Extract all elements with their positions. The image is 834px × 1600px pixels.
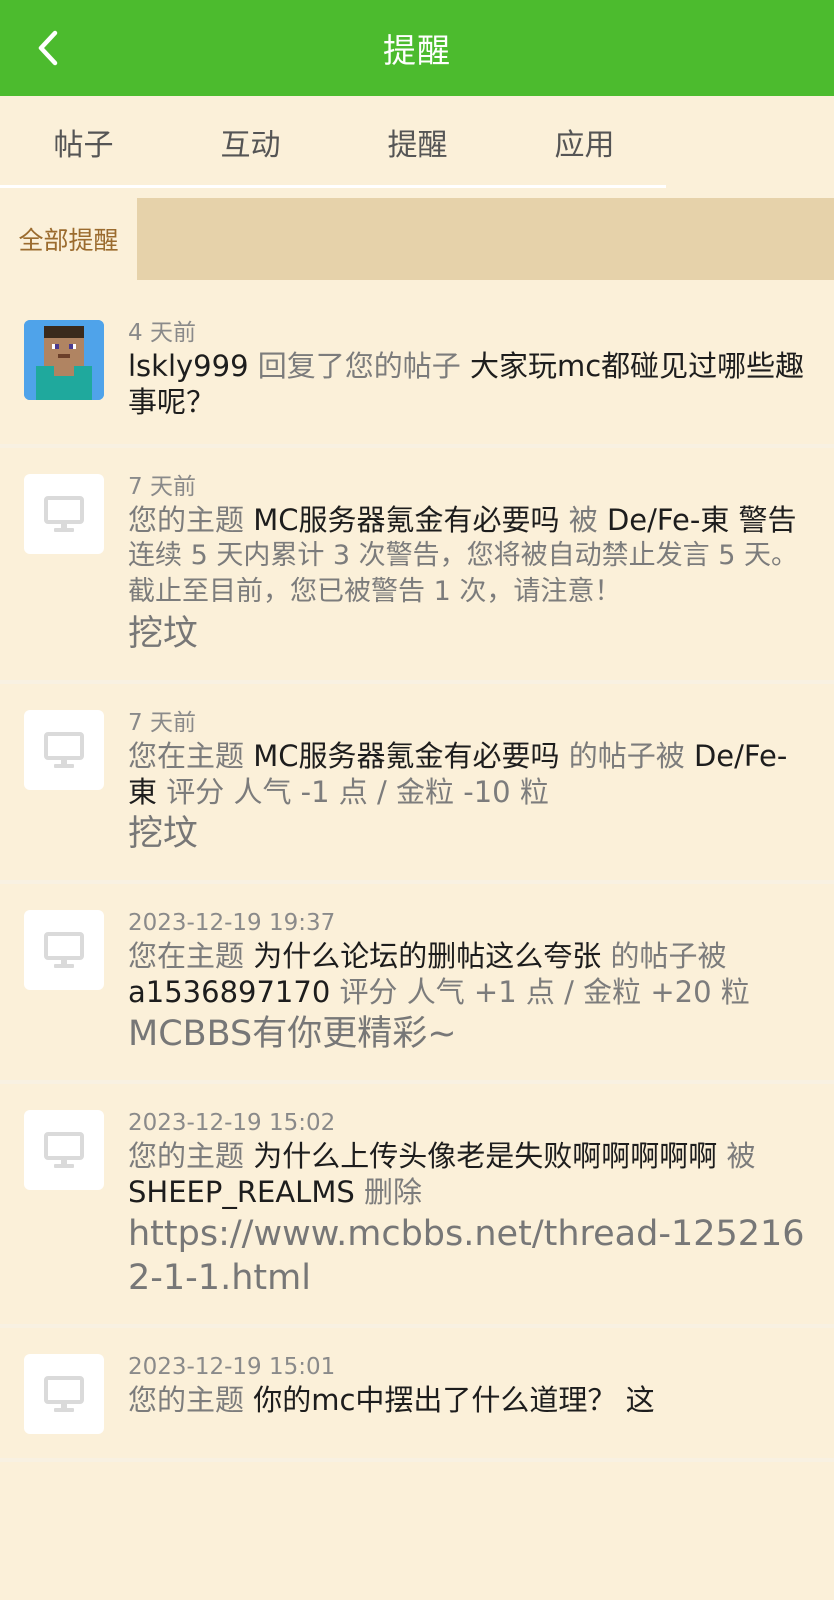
page-title: 提醒 <box>383 31 451 70</box>
notification-list: 4 天前 lskly999 回复了您的帖子 大家玩mc都碰见过哪些趣事呢？ 7 … <box>0 280 834 1462</box>
filter-all-reminders[interactable]: 全部提醒 <box>0 198 137 280</box>
list-item[interactable]: 2023-12-19 19:37 您在主题 为什么论坛的删帖这么夸张 的帖子被 … <box>0 884 834 1084</box>
notification-text: 您的主题 MC服务器氪金有必要吗 被 De/Fe-東 警告 <box>128 502 806 538</box>
thread-link[interactable]: 为什么论坛的删帖这么夸张 <box>253 939 601 973</box>
notification-text: lskly999 回复了您的帖子 大家玩mc都碰见过哪些趣事呢？ <box>128 348 806 420</box>
by-text: 被 <box>726 1139 756 1173</box>
user-link[interactable]: De/Fe-東 <box>607 503 729 537</box>
warning-note: 连续 5 天内累计 3 次警告，您将被自动禁止发言 5 天。 <box>128 540 799 571</box>
reason-text: MCBBS有你更精彩~ <box>128 1014 457 1054</box>
notification-text: 您的主题 你的mc中摆出了什么道理？ 这 <box>128 1382 806 1418</box>
monitor-icon <box>44 932 84 968</box>
tab-posts[interactable]: 帖子 <box>0 120 167 164</box>
notification-content: 7 天前 您在主题 MC服务器氪金有必要吗 的帖子被 De/Fe-東 评分 人气… <box>128 708 806 856</box>
rating-text: 评分 人气 +1 点 / 金粒 +20 粒 <box>339 975 750 1009</box>
avatar <box>24 710 104 790</box>
tab-apps[interactable]: 应用 <box>501 120 668 164</box>
tab-interaction[interactable]: 互动 <box>167 120 334 164</box>
avatar <box>24 910 104 990</box>
thread-link[interactable]: 为什么上传头像老是失败啊啊啊啊啊 <box>253 1139 717 1173</box>
user-avatar-icon <box>24 320 104 400</box>
monitor-icon <box>44 1376 84 1412</box>
notification-content: 7 天前 您的主题 MC服务器氪金有必要吗 被 De/Fe-東 警告 连续 5 … <box>128 472 806 656</box>
avatar <box>24 1110 104 1190</box>
warning-count-note: 截止至目前，您已被警告 1 次，请注意！ <box>128 576 622 607</box>
chevron-left-icon <box>38 30 58 66</box>
action-text: 回复了您的帖子 <box>257 349 461 383</box>
user-link[interactable]: lskly999 <box>128 349 249 383</box>
mid-text: 的帖子被 <box>610 939 727 973</box>
notification-time: 4 天前 <box>128 320 196 346</box>
thread-link[interactable]: MC服务器氪金有必要吗 <box>253 739 559 773</box>
notification-content: 2023-12-19 19:37 您在主题 为什么论坛的删帖这么夸张 的帖子被 … <box>128 908 806 1056</box>
monitor-icon <box>44 732 84 768</box>
avatar <box>24 1354 104 1434</box>
monitor-icon <box>44 1132 84 1168</box>
notification-content: 2023-12-19 15:01 您的主题 你的mc中摆出了什么道理？ 这 <box>128 1352 806 1434</box>
prefix-text: 您在主题 <box>128 939 245 973</box>
reason-link[interactable]: https://www.mcbbs.net/thread-1252162-1-1… <box>128 1212 806 1300</box>
notification-time: 2023-12-19 19:37 <box>128 910 336 936</box>
notification-text: 您在主题 MC服务器氪金有必要吗 的帖子被 De/Fe-東 评分 人气 -1 点… <box>128 738 806 810</box>
list-item[interactable]: 4 天前 lskly999 回复了您的帖子 大家玩mc都碰见过哪些趣事呢？ <box>0 280 834 448</box>
notification-text: 您的主题 为什么上传头像老是失败啊啊啊啊啊 被 SHEEP_REALMS 删除 <box>128 1138 806 1210</box>
prefix-text: 您的主题 <box>128 1383 245 1417</box>
filter-bar: 全部提醒 <box>0 198 834 280</box>
monitor-icon <box>44 496 84 532</box>
prefix-text: 您的主题 <box>128 1139 245 1173</box>
back-button[interactable] <box>18 20 78 76</box>
list-item[interactable]: 2023-12-19 15:02 您的主题 为什么上传头像老是失败啊啊啊啊啊 被… <box>0 1084 834 1328</box>
avatar[interactable] <box>24 320 104 400</box>
tab-divider <box>0 185 666 188</box>
reason-text: 挖坟 <box>128 814 199 854</box>
tab-bar: 帖子 互动 提醒 应用 <box>0 96 834 188</box>
notification-content: 2023-12-19 15:02 您的主题 为什么上传头像老是失败啊啊啊啊啊 被… <box>128 1108 806 1300</box>
list-item[interactable]: 7 天前 您在主题 MC服务器氪金有必要吗 的帖子被 De/Fe-東 评分 人气… <box>0 684 834 884</box>
notification-text: 您在主题 为什么论坛的删帖这么夸张 的帖子被 a1536897170 评分 人气… <box>128 938 806 1010</box>
action-text: 警告 <box>738 503 797 537</box>
avatar <box>24 474 104 554</box>
reason-text: 挖坟 <box>128 614 199 654</box>
notification-time: 2023-12-19 15:02 <box>128 1110 336 1136</box>
prefix-text: 您在主题 <box>128 739 245 773</box>
notification-time: 7 天前 <box>128 474 196 500</box>
thread-link[interactable]: MC服务器氪金有必要吗 <box>253 503 559 537</box>
notification-time: 7 天前 <box>128 710 196 736</box>
filter-bar-fill <box>137 198 834 280</box>
tab-reminders[interactable]: 提醒 <box>334 120 501 164</box>
notification-time: 2023-12-19 15:01 <box>128 1354 336 1380</box>
rating-text: 评分 人气 -1 点 / 金粒 -10 粒 <box>166 775 549 809</box>
user-link[interactable]: SHEEP_REALMS <box>128 1175 355 1209</box>
list-item[interactable]: 2023-12-19 15:01 您的主题 你的mc中摆出了什么道理？ 这 <box>0 1328 834 1462</box>
thread-link[interactable]: 你的mc中摆出了什么道理？ 这 <box>253 1383 654 1417</box>
app-header: 提醒 <box>0 0 834 96</box>
notification-content: 4 天前 lskly999 回复了您的帖子 大家玩mc都碰见过哪些趣事呢？ <box>128 318 806 420</box>
user-link[interactable]: a1536897170 <box>128 975 330 1009</box>
prefix-text: 您的主题 <box>128 503 245 537</box>
by-text: 被 <box>568 503 598 537</box>
action-text: 删除 <box>363 1175 422 1209</box>
mid-text: 的帖子被 <box>568 739 685 773</box>
list-item[interactable]: 7 天前 您的主题 MC服务器氪金有必要吗 被 De/Fe-東 警告 连续 5 … <box>0 448 834 684</box>
